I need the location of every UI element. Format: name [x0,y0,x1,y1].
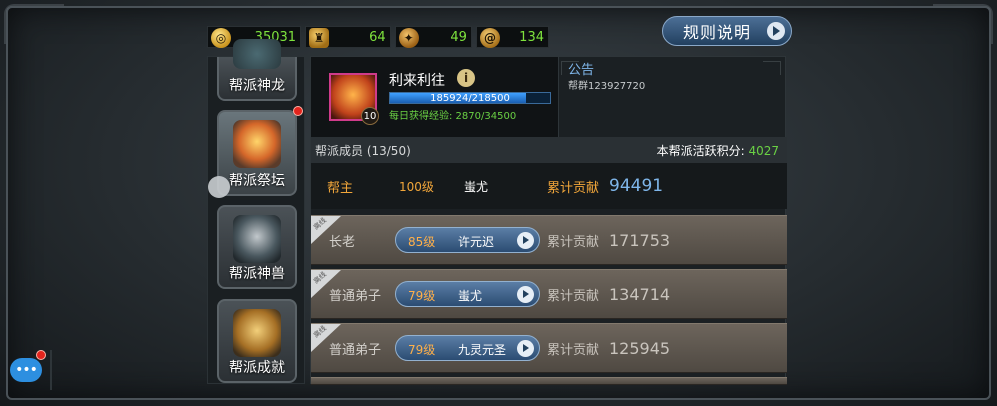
frame-corner-ornament [4,4,64,44]
altar-icon [233,120,281,168]
notice-title: 公告 [568,63,595,78]
member-profile-button[interactable]: 79级 九灵元圣 [395,335,540,361]
guild-level-badge: 10 [361,107,379,125]
touch-cursor [208,176,230,198]
frame-corner-ornament [933,4,993,44]
chat-bubble-icon: ••• [15,362,38,378]
activity-score: 本帮派活跃积分: 4027 [657,142,779,159]
member-profile-button[interactable]: 85级 许元迟 [395,227,540,253]
notification-dot [293,106,303,116]
member-role: 帮主 [327,180,354,196]
guild-exp-bar: 185924/218500 [389,92,551,104]
play-arrow-icon [517,340,534,357]
member-level: 79级 [408,289,436,303]
dragon-icon [233,39,281,69]
members-header: 帮派成员 (13/50) 本帮派活跃积分: 4027 [311,137,787,163]
member-role: 长老 [329,234,356,250]
rules-button[interactable]: 规则说明 [662,16,792,46]
member-level: 79级 [408,343,436,357]
helmet-icon: ♜ [309,28,330,48]
guild-main-panel: 10 利来利往 i 185924/218500 每日获得经验: 2870/345… [310,56,787,385]
member-row-partial[interactable] [311,377,787,385]
guild-sidebar: 帮派神龙 帮派祭坛 帮派神兽 帮派成就 [207,39,305,384]
beast-icon [233,215,281,263]
contribution-label: 累计贡献 [547,234,600,250]
contribution-value: 134714 [609,284,671,304]
member-level: 85级 [408,235,436,249]
member-name: 许元迟 [458,235,495,249]
offline-badge-text: 离线 [312,216,328,232]
activity-value: 4027 [748,143,779,158]
member-row[interactable]: 离线 长老 85级 许元迟 累计贡献 171753 [311,215,787,265]
contribution-value: 94491 [609,176,664,196]
resource-value: 49 [450,29,467,45]
activity-label: 本帮派活跃积分: [656,143,745,158]
member-profile-button[interactable]: 79级 蚩尤 [395,281,540,307]
gold-coin-icon: ◎ [211,28,231,48]
guild-leader-info: 10 利来利往 i 185924/218500 每日获得经验: 2870/345… [311,57,559,137]
contribution-label: 累计贡献 [547,342,600,358]
notice-text: 帮群123927720 [568,81,646,92]
exp-text: 185924/218500 [430,93,510,104]
daily-exp-text: 每日获得经验: 2870/34500 [389,111,517,122]
resource-emblem: ✦ 49 [394,26,472,48]
resource-value: 64 [369,29,386,45]
member-name: 九灵元圣 [458,343,507,357]
member-name: 蚩尤 [458,289,483,303]
info-icon[interactable]: i [457,69,475,87]
guild-avatar[interactable]: 10 [329,73,379,125]
resource-rune: @ 134 [475,26,549,48]
resource-value: 134 [519,29,544,45]
achievement-icon [233,309,281,357]
rune-icon: @ [479,28,500,48]
member-row[interactable]: 离线 普通弟子 79级 蚩尤 累计贡献 134714 [311,269,787,319]
contribution-value: 125945 [609,338,671,358]
emblem-icon: ✦ [398,28,419,48]
rules-button-label: 规则说明 [683,23,752,42]
member-name: 蚩尤 [464,179,489,194]
sidebar-item-label: 帮派祭坛 [229,173,285,189]
contribution-label: 累计贡献 [547,288,600,304]
divider [50,350,52,390]
sidebar-item-guild-beast[interactable]: 帮派神兽 [217,205,297,289]
sidebar-item-guild-dragon[interactable]: 帮派神龙 [217,39,297,101]
notification-dot [36,350,46,360]
sidebar-item-label: 帮派成就 [229,360,285,376]
resource-helmet: ♜ 64 [305,26,391,48]
contribution-label: 累计贡献 [547,180,600,196]
play-arrow-icon [517,232,534,249]
guild-name: 利来利往 [389,73,445,89]
offline-badge-text: 离线 [312,324,328,340]
member-role: 普通弟子 [329,288,382,304]
member-count: 帮派成员 (13/50) [315,143,411,158]
contribution-value: 171753 [609,230,671,250]
member-level: 100级 [399,179,434,194]
play-arrow-icon [767,22,785,40]
chat-button[interactable]: ••• [10,350,46,382]
sidebar-item-label: 帮派神兽 [229,266,285,282]
member-row[interactable]: 离线 普通弟子 79级 九灵元圣 累计贡献 125945 [311,323,787,373]
play-arrow-icon [517,286,534,303]
offline-badge-text: 离线 [312,270,328,286]
panel-corner-ornament [763,61,781,75]
member-role: 普通弟子 [329,342,382,358]
leader-row[interactable]: 帮主 100级 蚩尤 累计贡献 94491 [311,163,787,209]
sidebar-item-label: 帮派神龙 [229,78,285,94]
sidebar-item-guild-achievement[interactable]: 帮派成就 [217,299,297,383]
